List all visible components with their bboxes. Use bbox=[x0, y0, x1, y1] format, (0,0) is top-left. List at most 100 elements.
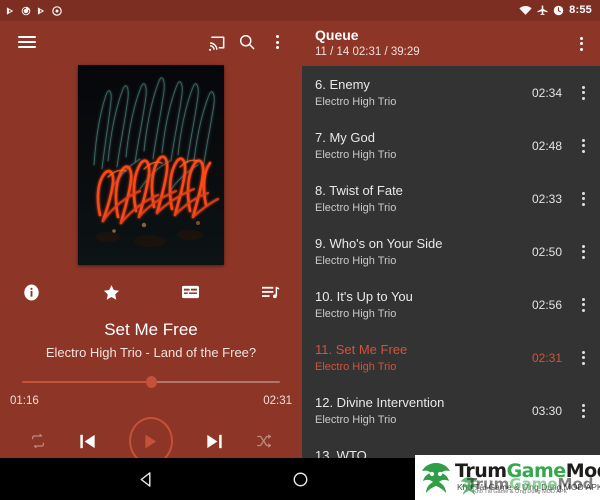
queue-row[interactable]: 10. It's Up to You Electro High Trio 02:56 bbox=[302, 278, 600, 331]
info-icon[interactable] bbox=[22, 283, 41, 302]
favorite-star-icon[interactable] bbox=[102, 283, 121, 302]
status-bar-system-icons: 8:55 bbox=[519, 5, 592, 16]
repeat-button[interactable] bbox=[30, 433, 46, 449]
overflow-dots bbox=[581, 401, 585, 420]
queue-row-text: 10. It's Up to You Electro High Trio bbox=[315, 288, 532, 322]
queue-row-overflow-menu-icon[interactable] bbox=[570, 391, 596, 431]
status-bar: 8:55 bbox=[0, 0, 600, 21]
watermark-logo-icon bbox=[422, 463, 450, 493]
queue-row-title: 10. It's Up to You bbox=[315, 288, 413, 304]
queue-row-duration: 02:31 bbox=[531, 350, 562, 365]
queue-row-artist: Electro High Trio bbox=[315, 360, 397, 373]
queue-row[interactable]: 7. My God Electro High Trio 02:48 bbox=[302, 119, 600, 172]
queue-row-duration: 02:56 bbox=[531, 297, 562, 312]
search-icon[interactable] bbox=[232, 27, 262, 57]
overflow-menu-icon[interactable] bbox=[262, 27, 292, 57]
now-playing-title: Set Me Free bbox=[104, 320, 198, 339]
queue-row-artist: Electro High Trio bbox=[315, 95, 397, 108]
overflow-dots bbox=[581, 83, 585, 102]
queue-row[interactable]: 6. Enemy Electro High Trio 02:34 bbox=[302, 66, 600, 119]
watermark-tagline-ghost: Kho Tải Game & Ứng Dụng MOD APK bbox=[473, 489, 568, 495]
record-notification-icon bbox=[52, 5, 62, 16]
queue-list: 6. Enemy Electro High Trio 02:34 7. My God E… bbox=[302, 66, 600, 458]
queue-row-duration: 03:30 bbox=[531, 403, 562, 418]
alarm-icon bbox=[553, 5, 564, 16]
queue-row-overflow-menu-icon[interactable] bbox=[570, 285, 596, 325]
queue-row-overflow-menu-icon[interactable] bbox=[570, 232, 596, 272]
player-pane: Set Me Free Electro High Trio - Land of … bbox=[0, 21, 302, 458]
previous-button[interactable] bbox=[77, 431, 98, 452]
overflow-dots bbox=[581, 189, 585, 208]
total-duration: 02:31 bbox=[263, 395, 292, 407]
player-action-icons bbox=[0, 277, 302, 307]
queue-row-duration: 02:48 bbox=[531, 138, 562, 153]
hamburger-menu-icon[interactable] bbox=[12, 27, 42, 57]
queue-row-text: 8. Twist of Fate Electro High Trio bbox=[315, 182, 532, 216]
queue-row-duration: 02:34 bbox=[531, 85, 562, 100]
queue-row-artist: Electro High Trio bbox=[315, 201, 397, 214]
queue-row-text: 11. Set Me Free Electro High Trio bbox=[315, 341, 532, 375]
now-playing-info: Set Me Free Electro High Trio - Land of … bbox=[0, 319, 302, 363]
queue-row-overflow-menu-icon[interactable] bbox=[570, 73, 596, 113]
seek-time-labels: 01:16 02:31 bbox=[10, 395, 292, 407]
queue-row[interactable]: 9. Who's on Your Side Electro High Trio 02… bbox=[302, 225, 600, 278]
queue-row-title: 6. Enemy bbox=[315, 76, 370, 92]
queue-row-title: 12. Divine Intervention bbox=[315, 394, 445, 410]
app-root: 8:55 Set Me Free Electro High Trio - Lan… bbox=[0, 0, 600, 500]
queue-row[interactable]: 8. Twist of Fate Electro High Trio 02:33 bbox=[302, 172, 600, 225]
queue-row-overflow-menu-icon[interactable] bbox=[570, 179, 596, 219]
overflow-dots bbox=[581, 348, 585, 367]
album-art[interactable] bbox=[78, 65, 224, 265]
queue-row-artist: Electro High Trio bbox=[315, 254, 397, 267]
overflow-dots bbox=[275, 33, 279, 52]
watermark-inner: TrumGameMod Kho Tải Game & Ứng Dụng MOD … bbox=[415, 455, 600, 500]
overflow-dots bbox=[581, 242, 585, 261]
hamburger-lines bbox=[18, 33, 36, 51]
seek-bar[interactable] bbox=[22, 375, 280, 389]
queue-row-overflow-menu-icon[interactable] bbox=[570, 338, 596, 378]
back-nav-icon[interactable] bbox=[129, 462, 163, 496]
queue-pane: Queue 11 / 14 02:31 / 39:29 6. Enemy Elec… bbox=[302, 21, 600, 458]
queue-row-text: 12. Divine Intervention Electro High Trio bbox=[315, 394, 532, 428]
queue-overflow-menu-icon[interactable] bbox=[568, 24, 594, 64]
queue-row-title: 9. Who's on Your Side bbox=[315, 235, 443, 251]
overflow-dots bbox=[581, 295, 585, 314]
queue-title: Queue bbox=[315, 27, 359, 43]
seek-fill bbox=[22, 381, 151, 383]
queue-subtitle: 11 / 14 02:31 / 39:29 bbox=[315, 46, 420, 58]
playlist-queue-icon[interactable] bbox=[261, 284, 280, 301]
overflow-dots bbox=[579, 34, 583, 53]
play-button[interactable] bbox=[128, 417, 173, 458]
seek-thumb[interactable] bbox=[146, 376, 157, 388]
cast-icon[interactable] bbox=[202, 27, 232, 57]
queue-row-text: 7. My God Electro High Trio bbox=[315, 129, 532, 163]
next-button[interactable] bbox=[204, 431, 225, 452]
media-play-notification-icon bbox=[6, 6, 14, 15]
transport-controls bbox=[0, 417, 302, 458]
overflow-dots bbox=[581, 136, 585, 155]
queue-row-duration: 02:50 bbox=[531, 244, 562, 259]
shuffle-button[interactable] bbox=[256, 433, 272, 449]
queue-row-artist: Electro High Trio bbox=[315, 413, 397, 426]
now-playing-subtitle: Electro High Trio - Land of the Free? bbox=[45, 345, 257, 360]
loop-notification-icon bbox=[21, 6, 31, 15]
queue-row-artist: Electro High Trio bbox=[315, 148, 397, 161]
status-bar-notifications bbox=[6, 5, 62, 16]
queue-row-title: 7. My God bbox=[315, 129, 375, 145]
queue-header-text: Queue 11 / 14 02:31 / 39:29 bbox=[315, 27, 568, 60]
queue-row-overflow-menu-icon[interactable] bbox=[570, 126, 596, 166]
queue-row-title: 11. Set Me Free bbox=[315, 341, 408, 357]
queue-row-text: 9. Who's on Your Side Electro High Trio bbox=[315, 235, 532, 269]
queue-row[interactable]: 12. Divine Intervention Electro High Trio… bbox=[302, 384, 600, 437]
watermark: TrumGameMod Kho Tải Game & Ứng Dụng MOD … bbox=[415, 455, 600, 500]
home-nav-icon[interactable] bbox=[283, 462, 317, 496]
status-bar-clock: 8:55 bbox=[569, 4, 592, 16]
queue-row-duration: 02:33 bbox=[531, 191, 562, 206]
elapsed-time: 01:16 bbox=[10, 395, 39, 407]
queue-row-title: 8. Twist of Fate bbox=[315, 182, 403, 198]
player-toolbar bbox=[0, 21, 302, 63]
queue-header: Queue 11 / 14 02:31 / 39:29 bbox=[302, 21, 600, 66]
media-play-notification-icon bbox=[37, 6, 45, 15]
queue-row[interactable]: 11. Set Me Free Electro High Trio 02:31 bbox=[302, 331, 600, 384]
lyrics-icon[interactable] bbox=[181, 284, 200, 300]
